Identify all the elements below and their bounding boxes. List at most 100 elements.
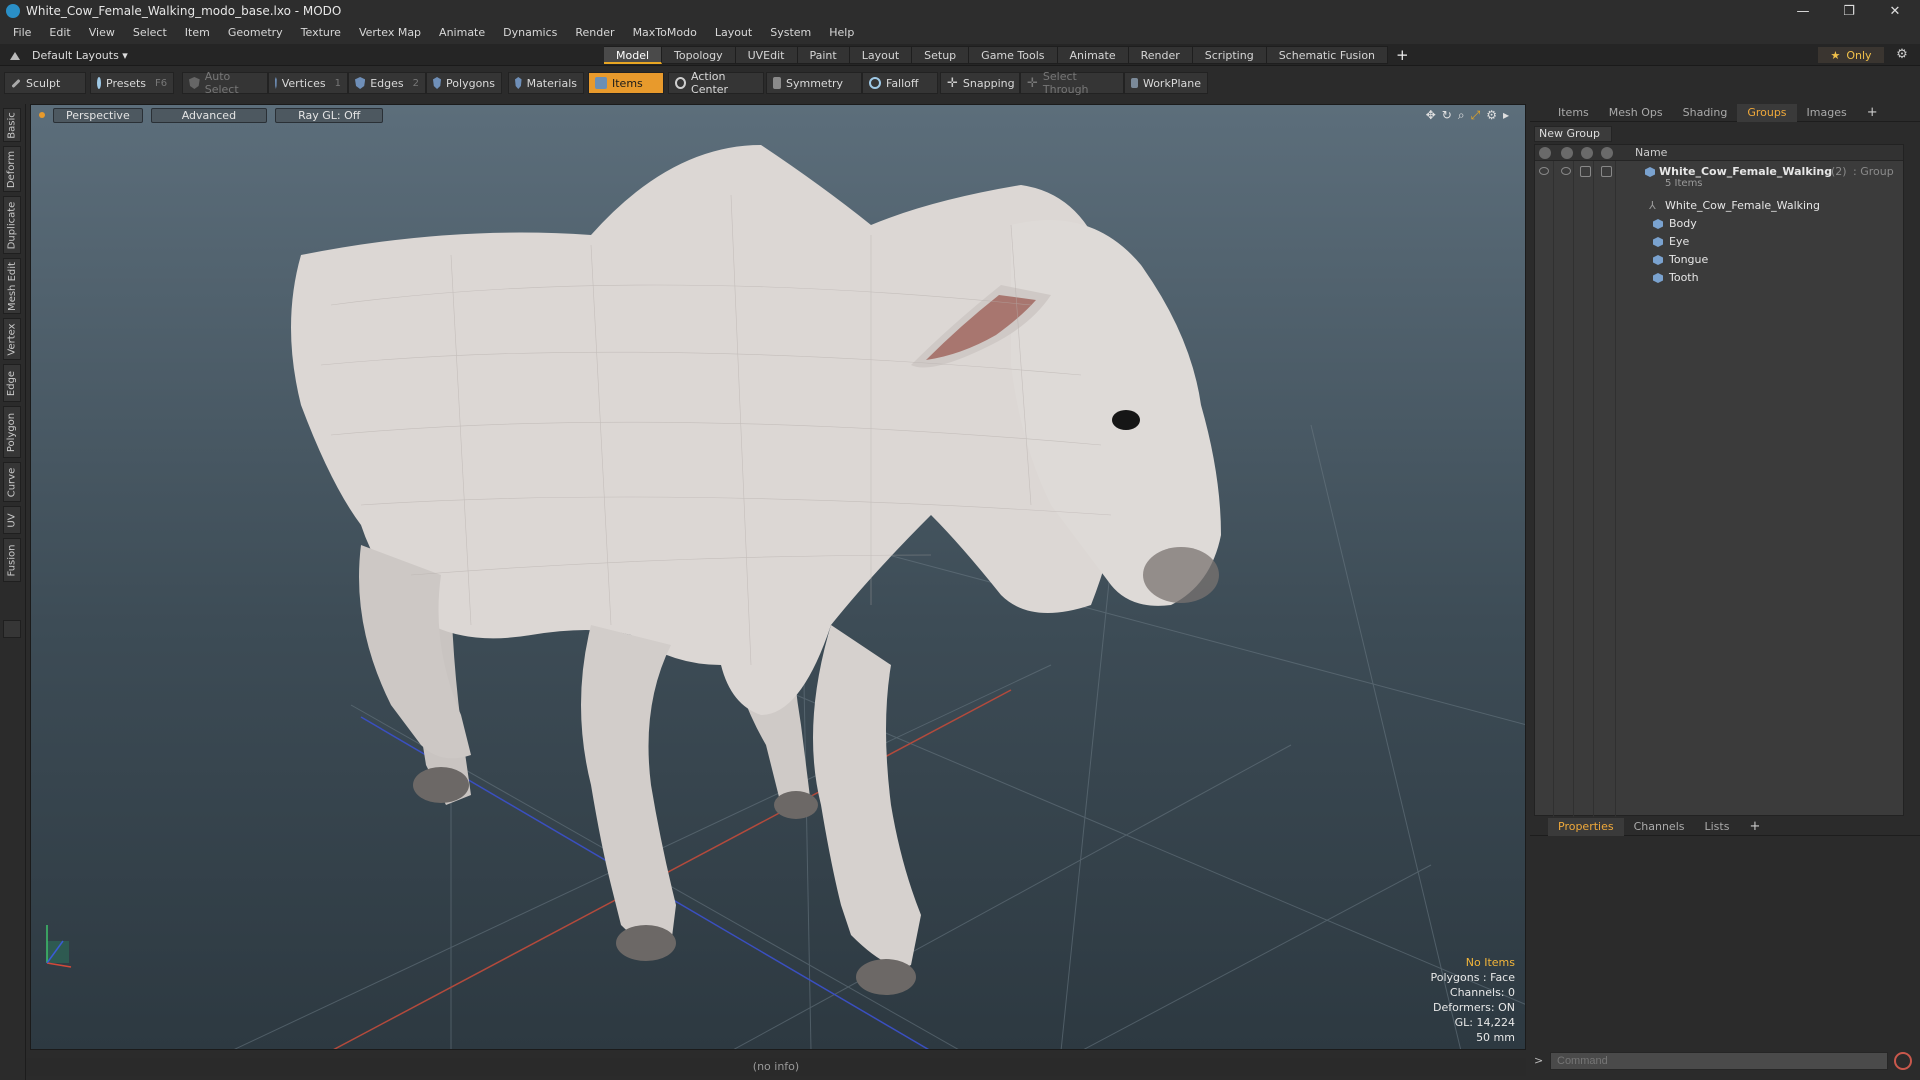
tab-lists[interactable]: Lists	[1695, 818, 1740, 836]
tab-uv[interactable]: UV	[3, 506, 21, 534]
tab-properties[interactable]: Properties	[1548, 817, 1624, 836]
presets-button[interactable]: Presets F6	[90, 72, 174, 94]
tab-shading[interactable]: Shading	[1673, 104, 1738, 122]
tab-topology[interactable]: Topology	[662, 46, 736, 64]
tab-paint[interactable]: Paint	[797, 46, 850, 64]
menu-vertex-map[interactable]: Vertex Map	[350, 22, 430, 44]
3d-viewport[interactable]: Perspective Advanced Ray GL: Off ✥ ↻ ⌕ ⤢…	[30, 104, 1526, 1050]
menu-animate[interactable]: Animate	[430, 22, 494, 44]
rotate-icon[interactable]: ↻	[1442, 108, 1452, 123]
group-row[interactable]: White_Cow_Female_Walking (2) : Group 5 I…	[1535, 163, 1903, 195]
collapse-arrow-icon[interactable]	[10, 50, 20, 60]
tab-mesh-ops[interactable]: Mesh Ops	[1599, 104, 1673, 122]
add-properties-tab-button[interactable]: +	[1739, 818, 1770, 836]
list-item[interactable]: ⅄ White_Cow_Female_Walking	[1535, 197, 1903, 215]
edges-button[interactable]: Edges 2	[348, 72, 426, 94]
only-button[interactable]: ★ Only	[1818, 47, 1884, 63]
name-column-header[interactable]: Name	[1635, 146, 1667, 159]
menu-geometry[interactable]: Geometry	[219, 22, 292, 44]
command-input[interactable]	[1550, 1052, 1888, 1070]
sculpt-button[interactable]: Sculpt	[4, 72, 86, 94]
layout-selector[interactable]: Default Layouts ▾	[10, 47, 128, 63]
viewport-menu-icon[interactable]	[39, 112, 45, 118]
tab-curve[interactable]: Curve	[3, 462, 21, 502]
menu-system[interactable]: System	[761, 22, 820, 44]
menu-dynamics[interactable]: Dynamics	[494, 22, 566, 44]
groups-list[interactable]: Name White_Cow_Female_Walking (2) : Grou…	[1534, 144, 1904, 817]
restore-button[interactable]: ❐	[1826, 0, 1872, 22]
action-center-button[interactable]: Action Center	[668, 70, 764, 96]
menu-edit[interactable]: Edit	[40, 22, 79, 44]
tab-polygon[interactable]: Polygon	[3, 406, 21, 458]
fit-icon[interactable]: ⤢	[1471, 108, 1481, 123]
list-item[interactable]: Tooth	[1535, 269, 1903, 287]
add-panel-tab-button[interactable]: +	[1857, 104, 1888, 122]
tab-setup[interactable]: Setup	[912, 46, 970, 64]
tab-edge[interactable]: Edge	[3, 364, 21, 402]
menu-item[interactable]: Item	[176, 22, 219, 44]
tab-channels[interactable]: Channels	[1624, 818, 1695, 836]
falloff-button[interactable]: Falloff	[862, 72, 938, 94]
minimize-button[interactable]: —	[1780, 0, 1826, 22]
menu-file[interactable]: File	[4, 22, 40, 44]
list-item[interactable]: Body	[1535, 215, 1903, 233]
new-group-button[interactable]: New Group	[1534, 126, 1612, 142]
workplane-button[interactable]: WorkPlane	[1124, 72, 1208, 94]
symmetry-button[interactable]: Symmetry	[766, 72, 862, 94]
add-tab-button[interactable]: +	[1388, 46, 1417, 64]
items-button[interactable]: Items	[588, 72, 664, 94]
select-checkbox[interactable]	[1601, 166, 1612, 177]
render-toggle-icon[interactable]	[1561, 167, 1571, 175]
tab-duplicate[interactable]: Duplicate	[3, 196, 21, 254]
tab-uvedit[interactable]: UVEdit	[735, 46, 798, 64]
tab-schematic-fusion[interactable]: Schematic Fusion	[1266, 46, 1389, 64]
list-item[interactable]: Tongue	[1535, 251, 1903, 269]
menu-texture[interactable]: Texture	[292, 22, 350, 44]
menu-help[interactable]: Help	[820, 22, 863, 44]
tab-game-tools[interactable]: Game Tools	[969, 46, 1058, 64]
lock-checkbox[interactable]	[1580, 166, 1591, 177]
polygons-button[interactable]: Polygons	[426, 72, 502, 94]
view-perspective-dropdown[interactable]: Perspective	[53, 107, 143, 123]
tab-animate[interactable]: Animate	[1057, 46, 1129, 64]
menu-layout[interactable]: Layout	[706, 22, 761, 44]
tab-images[interactable]: Images	[1797, 104, 1857, 122]
menu-maxtomodo[interactable]: MaxToModo	[624, 22, 706, 44]
raygl-dropdown[interactable]: Ray GL: Off	[275, 107, 384, 123]
tab-groups[interactable]: Groups	[1737, 103, 1797, 122]
tab-deform[interactable]: Deform	[3, 146, 21, 192]
list-item[interactable]: Eye	[1535, 233, 1903, 251]
close-button[interactable]: ✕	[1872, 0, 1918, 22]
tab-render[interactable]: Render	[1128, 46, 1193, 64]
viewport-settings-icon[interactable]: ⚙	[1486, 108, 1497, 123]
select-column-icon[interactable]	[1601, 147, 1613, 159]
lock-column-icon[interactable]	[1581, 147, 1593, 159]
select-through-button[interactable]: ✛ Select Through	[1020, 70, 1124, 96]
menu-view[interactable]: View	[80, 22, 124, 44]
tab-basic[interactable]: Basic	[3, 108, 21, 142]
render-column-icon[interactable]	[1561, 147, 1573, 159]
pan-icon[interactable]: ✥	[1426, 108, 1436, 123]
command-execute-icon[interactable]	[1894, 1052, 1912, 1070]
zoom-icon[interactable]: ⌕	[1458, 108, 1465, 123]
vertices-button[interactable]: Vertices 1	[268, 72, 348, 94]
tab-model[interactable]: Model	[604, 46, 663, 64]
tab-layout[interactable]: Layout	[849, 46, 913, 64]
auto-select-button[interactable]: Auto Select	[182, 70, 268, 96]
menu-render[interactable]: Render	[566, 22, 623, 44]
tab-vertex[interactable]: Vertex	[3, 318, 21, 360]
tab-fusion[interactable]: Fusion	[3, 538, 21, 582]
viewport-more-icon[interactable]: ▸	[1503, 108, 1509, 123]
tab-items[interactable]: Items	[1548, 104, 1599, 122]
tab-mesh-edit[interactable]: Mesh Edit	[3, 258, 21, 314]
menu-select[interactable]: Select	[124, 22, 176, 44]
materials-button[interactable]: Materials	[508, 72, 584, 94]
visibility-column-icon[interactable]	[1539, 147, 1551, 159]
mesh-icon	[1653, 255, 1663, 265]
shading-mode-dropdown[interactable]: Advanced	[150, 107, 268, 123]
visibility-eye-icon[interactable]	[1539, 167, 1549, 175]
snapping-button[interactable]: ✛ Snapping	[940, 72, 1020, 94]
gear-icon[interactable]: ⚙	[1894, 47, 1910, 63]
collapse-toggle[interactable]	[3, 620, 21, 638]
tab-scripting[interactable]: Scripting	[1192, 46, 1267, 64]
